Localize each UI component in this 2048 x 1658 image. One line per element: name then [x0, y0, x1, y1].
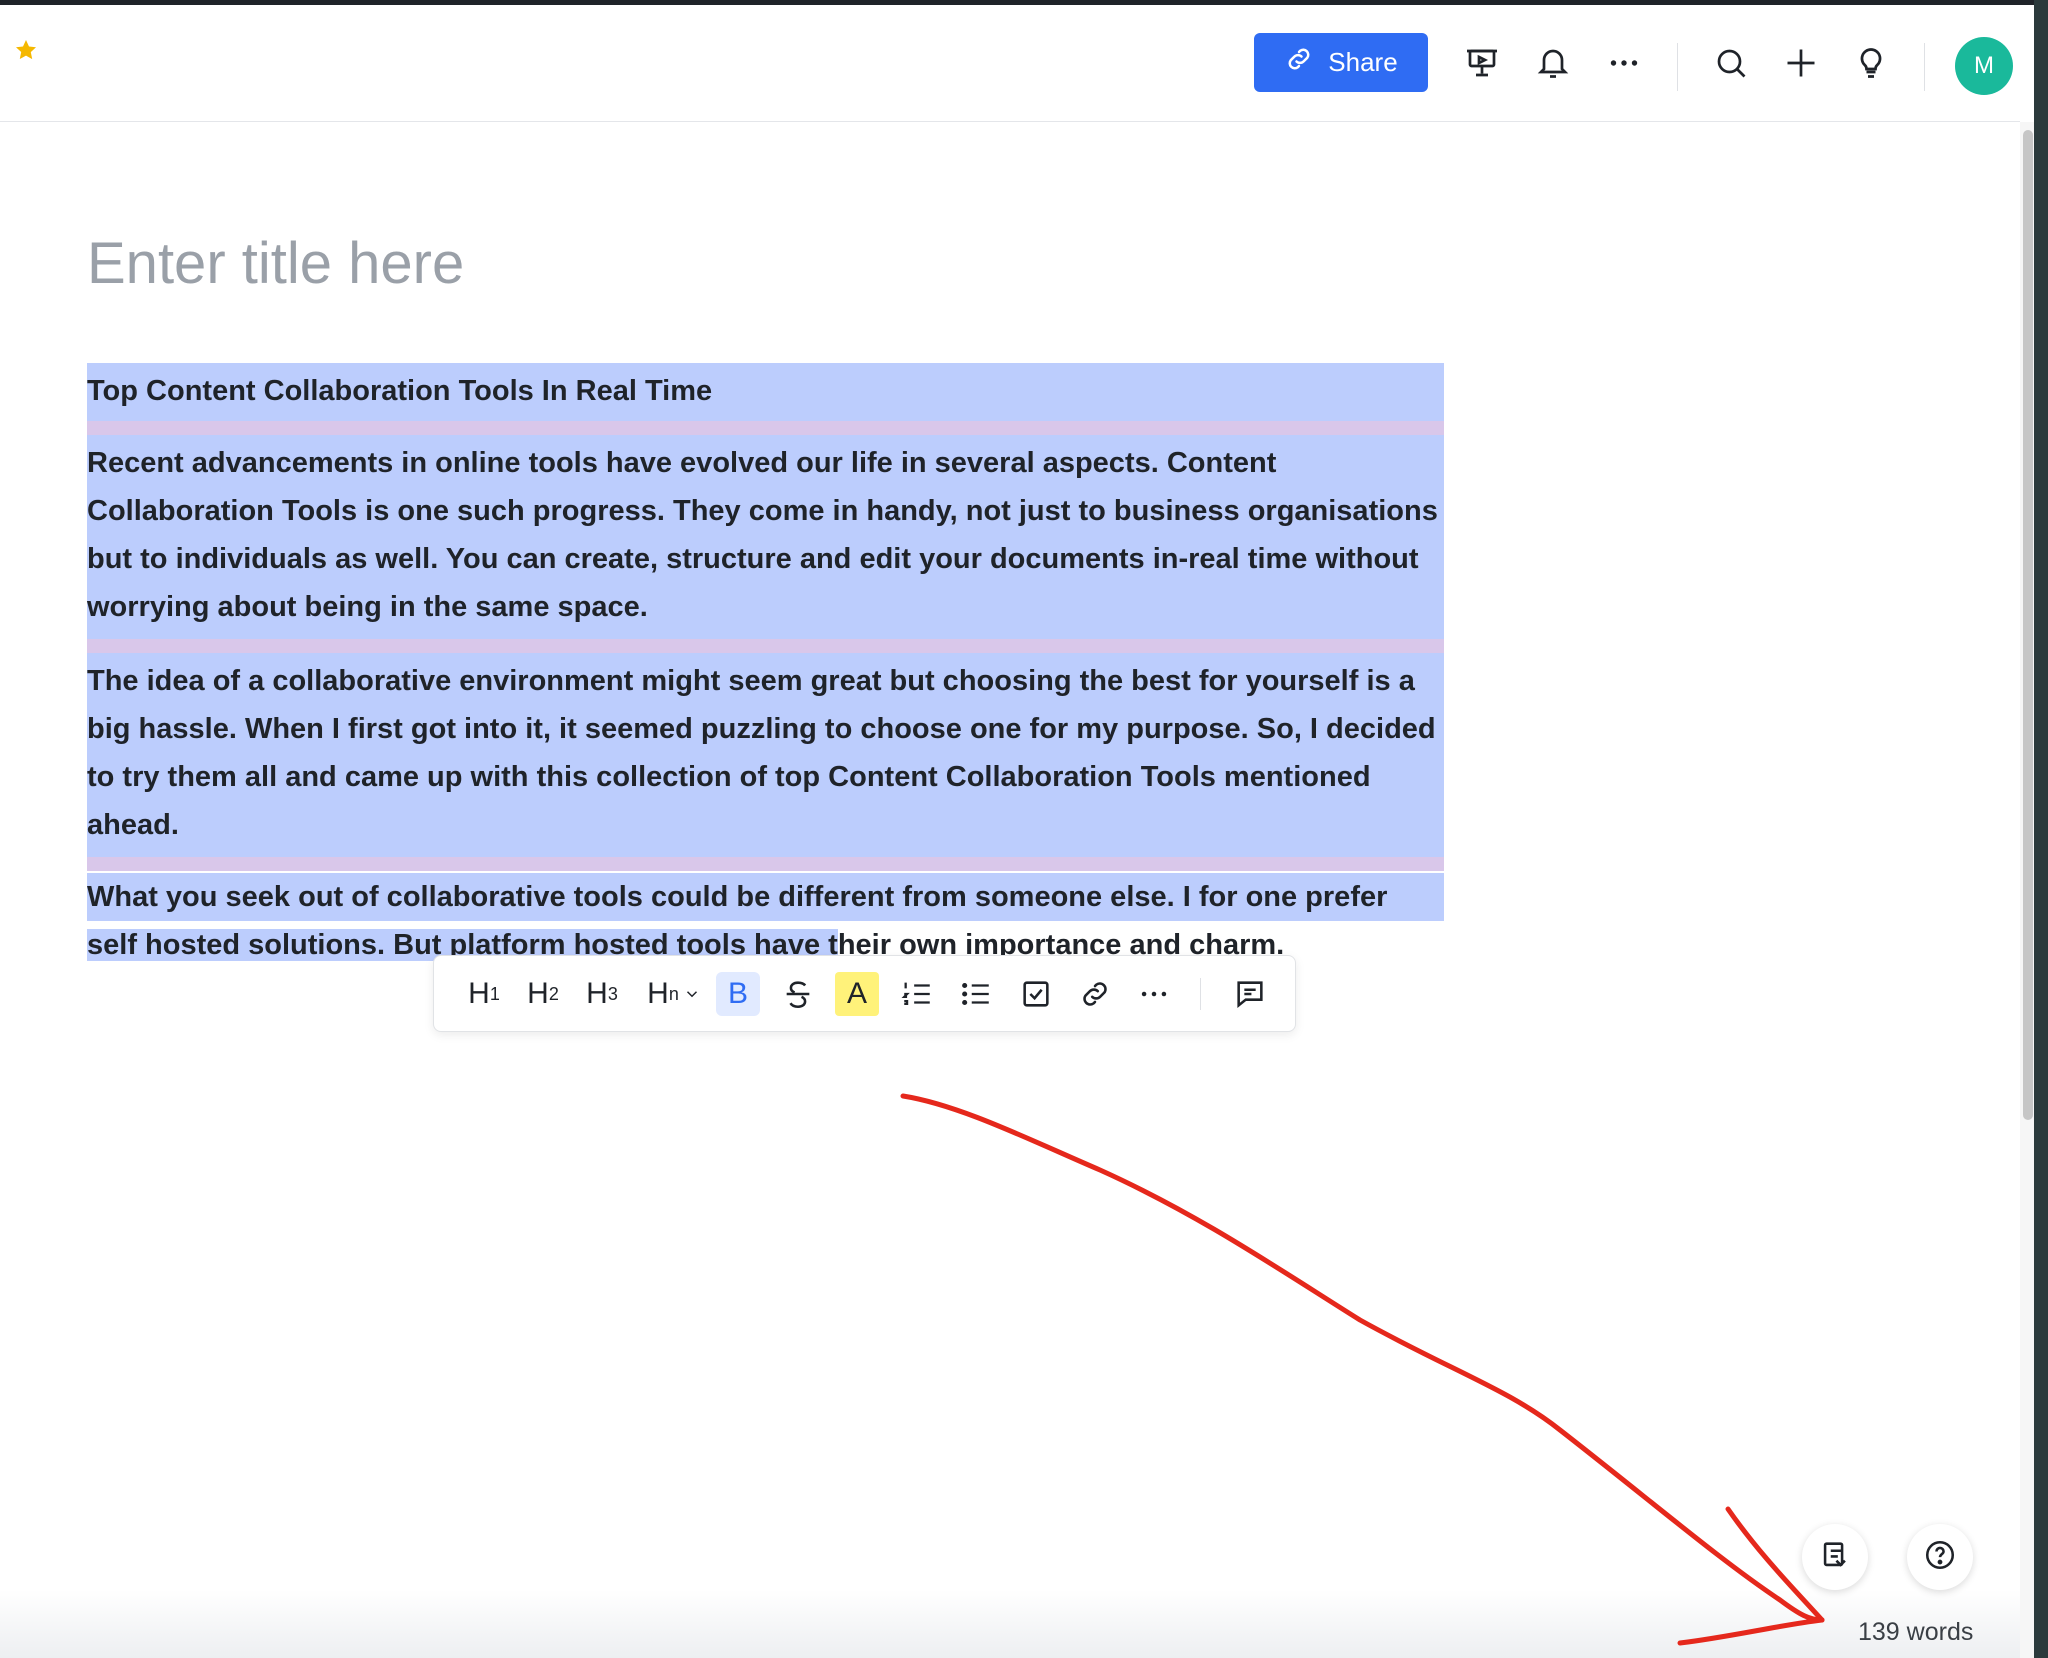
doc-title-placeholder[interactable]: Enter title here [87, 230, 464, 297]
bold-button[interactable]: B [716, 972, 760, 1016]
bottom-fade [0, 1590, 2020, 1658]
document-outline-icon [1818, 1538, 1852, 1577]
lightbulb-icon[interactable] [1853, 45, 1889, 81]
strikethrough-icon[interactable] [776, 972, 820, 1016]
help-button[interactable] [1907, 1524, 1973, 1590]
share-label: Share [1328, 47, 1398, 77]
selection-gap [87, 421, 1444, 435]
document-outline-button[interactable] [1802, 1524, 1868, 1590]
plus-icon[interactable] [1783, 45, 1819, 81]
ordered-list-icon[interactable] [895, 972, 939, 1016]
heading-more-button[interactable]: Hn [639, 972, 709, 1016]
selection-gap [87, 857, 1444, 871]
heading1-button[interactable]: H1 [462, 972, 506, 1016]
help-icon [1923, 1538, 1957, 1577]
format-toolbar: H1 H2 H3 Hn B A [433, 955, 1296, 1032]
header-divider [1924, 43, 1925, 91]
window-right-edge [2034, 0, 2048, 1658]
chevron-down-icon [686, 991, 697, 998]
bullet-list-icon[interactable] [954, 972, 998, 1016]
search-icon[interactable] [1713, 45, 1749, 81]
heading3-button[interactable]: H3 [580, 972, 624, 1016]
scrollbar-thumb[interactable] [2023, 130, 2033, 1120]
share-button[interactable]: Share [1254, 33, 1428, 92]
link-icon[interactable] [1073, 972, 1117, 1016]
header-divider [1677, 43, 1678, 91]
comment-icon[interactable] [1228, 972, 1272, 1016]
doc-paragraph[interactable]: The idea of a collaborative environment … [87, 653, 1444, 857]
presentation-icon[interactable] [1464, 45, 1500, 81]
doc-body[interactable]: Top Content Collaboration Tools In Real … [87, 363, 1444, 969]
avatar[interactable]: M [1955, 37, 2013, 95]
doc-app: Share M Enter title here Top Content Col… [0, 5, 2034, 1658]
star-icon[interactable] [14, 38, 38, 62]
more-icon[interactable] [1606, 45, 1642, 81]
selection-gap [87, 639, 1444, 653]
word-count: 139 words [1858, 1618, 1974, 1646]
heading2-button[interactable]: H2 [521, 972, 565, 1016]
more-icon[interactable] [1132, 972, 1176, 1016]
selected-text: What you seek out of collaborative tools… [87, 873, 1444, 921]
checkbox-icon[interactable] [1014, 972, 1058, 1016]
link-icon [1284, 44, 1314, 81]
toolbar-divider [1200, 978, 1201, 1010]
bell-icon[interactable] [1535, 45, 1571, 81]
header-bar: Share M [0, 5, 2020, 122]
highlight-button[interactable]: A [835, 972, 879, 1016]
doc-heading[interactable]: Top Content Collaboration Tools In Real … [87, 363, 1444, 421]
doc-paragraph[interactable]: Recent advancements in online tools have… [87, 435, 1444, 639]
